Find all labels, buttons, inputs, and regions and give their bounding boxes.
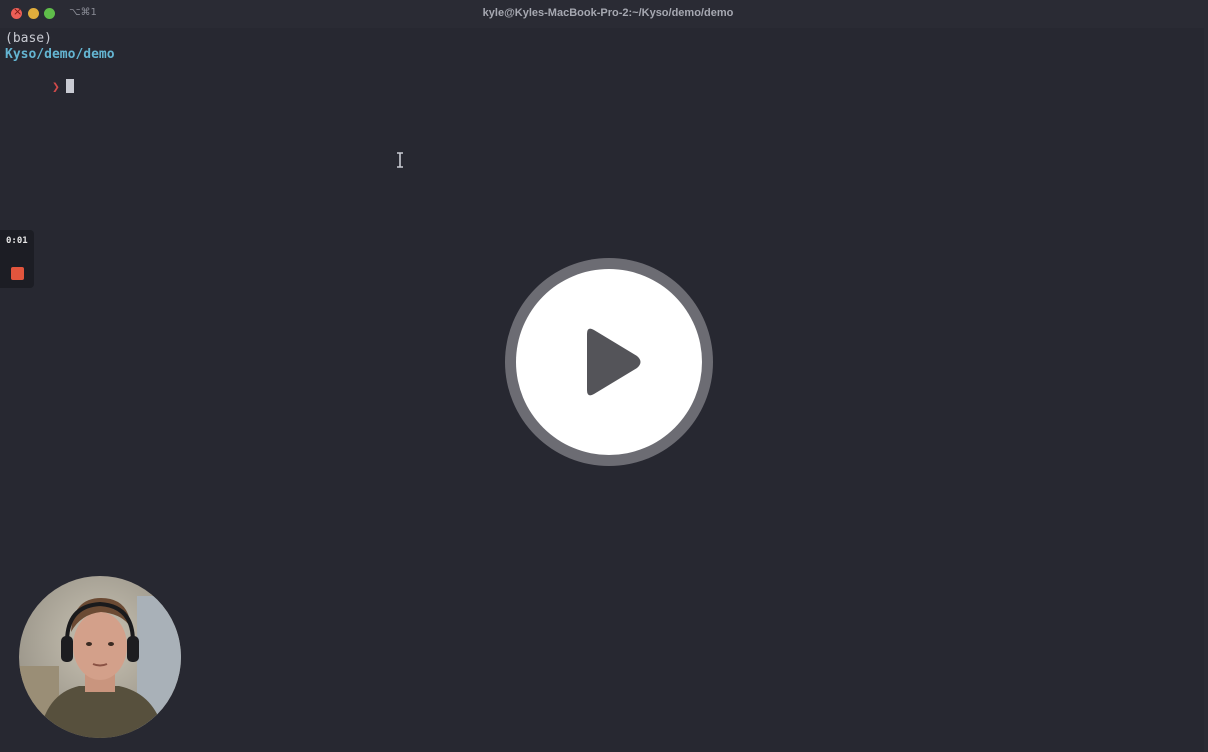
- recording-controls: 0:01: [0, 230, 34, 288]
- ibeam-cursor-icon: [397, 152, 403, 168]
- window-title: kyle@Kyles-MacBook-Pro-2:~/Kyso/demo/dem…: [482, 7, 734, 19]
- text-cursor: [65, 79, 74, 93]
- title-bar: ⌥⌘1 kyle@Kyles-MacBook-Pro-2:~/Kyso/demo…: [0, 0, 1208, 28]
- stop-recording-button[interactable]: [11, 267, 24, 280]
- terminal-window: ⌥⌘1 kyle@Kyles-MacBook-Pro-2:~/Kyso/demo…: [0, 0, 1208, 752]
- recording-timer: 0:01: [6, 236, 28, 246]
- play-button[interactable]: [503, 256, 715, 468]
- prompt-symbol: ❯: [51, 80, 60, 95]
- scrollbar[interactable]: [1204, 28, 1208, 752]
- prompt-line[interactable]: ❯: [5, 63, 115, 95]
- webcam-bubble: [19, 576, 181, 738]
- conda-env-line: (base): [5, 31, 52, 46]
- terminal-output[interactable]: (base) Kyso/demo/demo ❯: [5, 31, 115, 95]
- current-path-line: Kyso/demo/demo: [5, 47, 115, 62]
